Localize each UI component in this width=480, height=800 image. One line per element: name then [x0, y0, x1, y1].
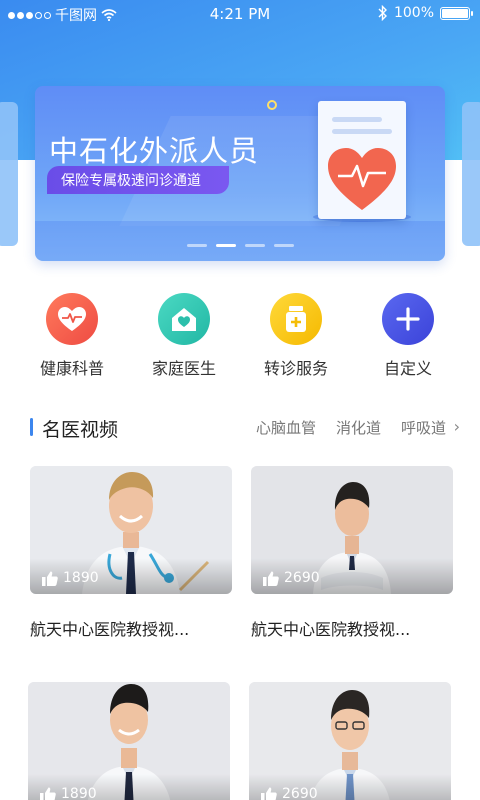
like-count-value: 2690	[282, 786, 318, 800]
quick-item-label: 转诊服务	[263, 359, 328, 378]
banner-subtitle: 保险专属极速问诊通道	[47, 166, 229, 194]
quick-item-label: 自定义	[383, 359, 432, 378]
decoration-ring-icon	[267, 100, 277, 110]
heart-illustration-icon	[328, 148, 396, 210]
carousel-dot[interactable]	[244, 244, 265, 247]
battery-icon	[440, 6, 473, 20]
banner-decoration	[35, 221, 445, 261]
tab-digestive[interactable]: 消化道	[336, 417, 381, 438]
quick-item-health-science[interactable]: 健康科普	[16, 293, 128, 379]
plus-icon	[382, 293, 434, 345]
home-heart-icon	[158, 293, 210, 345]
video-thumbnail[interactable]: 1890	[28, 682, 230, 800]
category-tabs: 心脑血管 消化道 呼吸道	[256, 417, 446, 438]
like-count-value: 1890	[63, 570, 99, 586]
section-title: 名医视频	[42, 419, 119, 441]
video-title[interactable]: 航天中心医院教授视...	[251, 616, 453, 640]
like-count: 2690	[261, 786, 318, 800]
tab-respiratory[interactable]: 呼吸道	[401, 417, 446, 438]
carousel-dot[interactable]	[186, 244, 207, 247]
quick-item-label: 家庭医生	[151, 359, 216, 378]
banner-title: 中石化外派人员	[49, 134, 260, 168]
video-card[interactable]: 2690 航天中心医院教授视...	[251, 466, 453, 640]
carousel-dot-active[interactable]	[215, 244, 236, 247]
like-count-value: 2690	[284, 570, 320, 586]
section-accent-bar	[30, 418, 33, 436]
thumbs-up-icon	[261, 787, 277, 800]
video-thumbnail[interactable]: 2690	[249, 682, 451, 800]
thumbs-up-icon	[263, 571, 279, 586]
like-count: 1890	[42, 570, 99, 586]
promo-banner[interactable]: 中石化外派人员 保险专属极速问诊通道	[35, 86, 445, 261]
carousel-indicator	[35, 244, 445, 247]
video-card[interactable]: 1890 航天中心医院教授视...	[30, 466, 232, 640]
thumbs-up-icon	[42, 571, 58, 586]
status-right: 100%	[378, 5, 473, 21]
heart-pulse-icon	[46, 293, 98, 345]
carousel-prev-card[interactable]	[0, 102, 18, 246]
video-title[interactable]: 航天中心医院教授视...	[30, 616, 232, 640]
video-card[interactable]: 1890	[28, 682, 230, 800]
quick-item-customize[interactable]: 自定义	[352, 293, 464, 379]
status-bar: 千图网 4:21 PM 100%	[0, 0, 480, 28]
quick-item-label: 健康科普	[39, 359, 104, 378]
like-count: 2690	[263, 570, 320, 586]
chevron-right-icon[interactable]: ›	[454, 417, 460, 436]
quick-item-referral-service[interactable]: 转诊服务	[240, 293, 352, 379]
like-count: 1890	[40, 786, 97, 800]
tab-cardio[interactable]: 心脑血管	[256, 417, 316, 438]
video-card[interactable]: 2690	[249, 682, 451, 800]
carousel-dot[interactable]	[273, 244, 294, 247]
videos-section-header: 名医视频 心脑血管 消化道 呼吸道 ›	[30, 413, 460, 441]
carousel-next-card[interactable]	[462, 102, 480, 246]
quick-item-family-doctor[interactable]: 家庭医生	[128, 293, 240, 379]
video-thumbnail[interactable]: 2690	[251, 466, 453, 594]
bluetooth-icon	[378, 5, 387, 21]
battery-percent: 100%	[393, 5, 434, 21]
medicine-bottle-icon	[270, 293, 322, 345]
video-thumbnail[interactable]: 1890	[30, 466, 232, 594]
thumbs-up-icon	[40, 787, 56, 800]
like-count-value: 1890	[61, 786, 97, 800]
quick-menu: 健康科普 家庭医生 转诊服务 自定义	[0, 293, 480, 383]
